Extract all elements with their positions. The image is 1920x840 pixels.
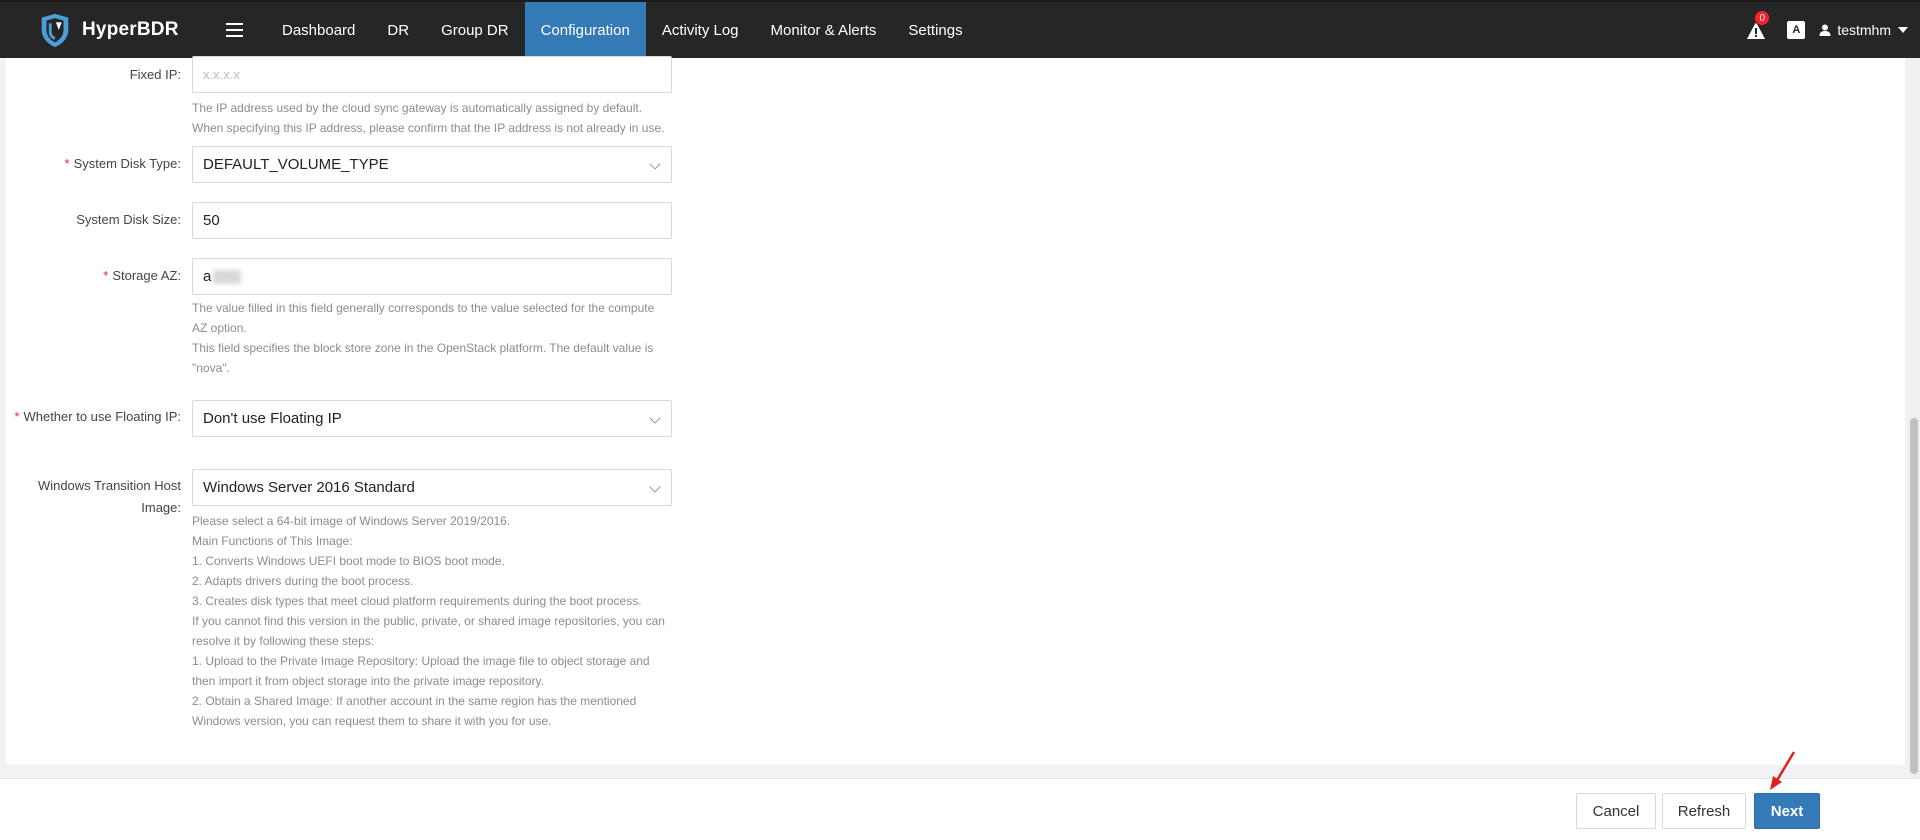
- nav-dr[interactable]: DR: [371, 2, 425, 58]
- refresh-button[interactable]: Refresh: [1662, 793, 1746, 829]
- storage-az-help: The value filled in this field generally…: [192, 301, 655, 375]
- nav-activity-log[interactable]: Activity Log: [646, 2, 755, 58]
- system-disk-type-label: * System Disk Type:: [64, 156, 181, 171]
- system-disk-size-label: System Disk Size:: [76, 212, 181, 227]
- scrollbar-thumb[interactable]: [1910, 418, 1918, 774]
- language-icon[interactable]: A: [1787, 21, 1806, 39]
- user-icon: [1819, 24, 1831, 36]
- nav-dashboard[interactable]: Dashboard: [266, 2, 371, 58]
- nav-group-dr[interactable]: Group DR: [425, 2, 525, 58]
- main-nav: Dashboard DR Group DR Configuration Acti…: [266, 2, 979, 58]
- chevron-down-icon: [649, 481, 661, 493]
- configuration-form-card: Fixed IP: x.x.x.x The IP address used by…: [6, 56, 1905, 765]
- page-scrollbar[interactable]: [1908, 58, 1920, 778]
- nav-monitor-alerts[interactable]: Monitor & Alerts: [755, 2, 893, 58]
- chevron-down-icon: [649, 158, 661, 170]
- required-star: *: [103, 268, 109, 283]
- storage-az-input[interactable]: a: [192, 258, 672, 295]
- hyperbdr-logo-icon: [41, 13, 69, 48]
- system-disk-size-input[interactable]: 50: [192, 202, 672, 239]
- system-disk-type-select[interactable]: DEFAULT_VOLUME_TYPE: [192, 146, 672, 183]
- storage-az-label: * Storage AZ:: [103, 268, 181, 283]
- fixed-ip-label: Fixed IP:: [129, 67, 181, 82]
- alerts-button[interactable]: 0: [1745, 10, 1771, 42]
- floating-ip-select[interactable]: Don't use Floating IP: [192, 400, 672, 437]
- required-star: *: [64, 156, 70, 171]
- chevron-down-icon: [649, 412, 661, 424]
- hamburger-icon: [225, 23, 243, 37]
- fixed-ip-help: The IP address used by the cloud sync ga…: [192, 101, 665, 135]
- windows-image-select[interactable]: Windows Server 2016 Standard: [192, 469, 672, 506]
- menu-toggle-button[interactable]: [214, 2, 254, 58]
- chevron-down-icon: [1898, 27, 1908, 33]
- alert-count-badge: 0: [1754, 10, 1771, 26]
- annotation-arrow-icon: [1770, 751, 1796, 790]
- form-footer: Cancel Refresh Next: [0, 778, 1920, 840]
- user-menu[interactable]: testmhm: [1819, 22, 1908, 38]
- nav-settings[interactable]: Settings: [892, 2, 978, 58]
- required-star: *: [14, 409, 20, 424]
- username: testmhm: [1837, 22, 1891, 38]
- top-navigation-bar: HyperBDR Dashboard DR Group DR Configura…: [0, 0, 1920, 58]
- app-name: HyperBDR: [82, 19, 179, 40]
- cancel-button[interactable]: Cancel: [1576, 793, 1656, 829]
- windows-image-help: Please select a 64-bit image of Windows …: [192, 514, 665, 728]
- redacted-text: [213, 269, 242, 284]
- topbar-right: 0 A testmhm: [1745, 2, 1920, 58]
- fixed-ip-input[interactable]: x.x.x.x: [192, 56, 672, 93]
- next-button[interactable]: Next: [1754, 793, 1820, 829]
- app-logo[interactable]: HyperBDR: [0, 2, 190, 58]
- windows-image-label: Windows Transition Host Image:: [37, 478, 181, 515]
- floating-ip-label: * Whether to use Floating IP:: [14, 409, 181, 424]
- nav-configuration[interactable]: Configuration: [524, 2, 646, 58]
